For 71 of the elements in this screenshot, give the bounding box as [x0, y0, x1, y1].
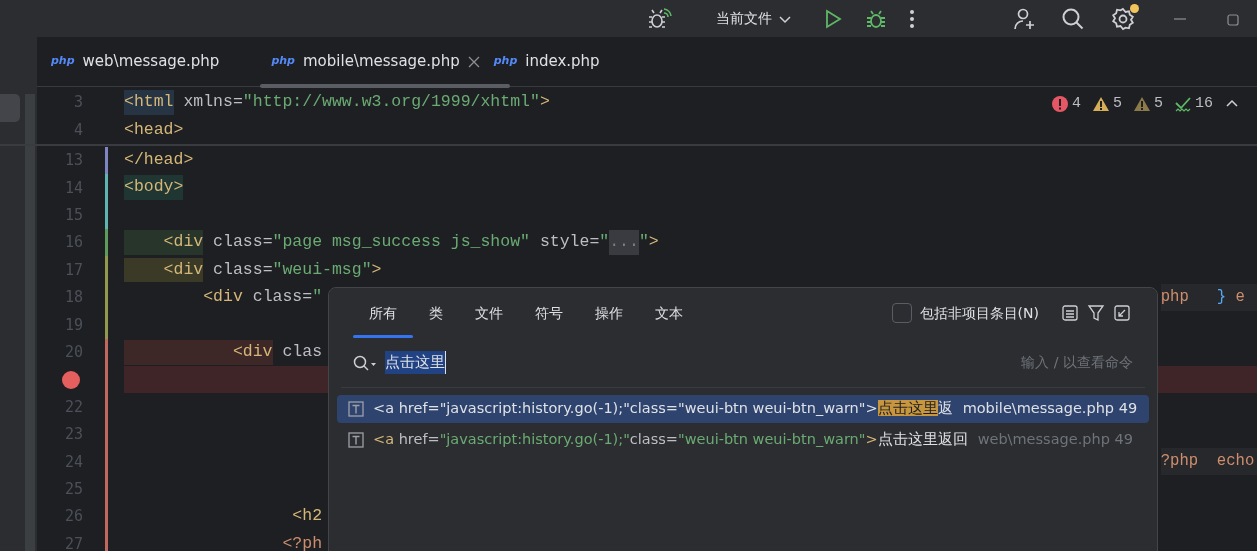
code-token: ?php [1160, 451, 1199, 473]
text-icon [348, 401, 364, 417]
php-file-icon: php [493, 53, 518, 70]
checkbox-label[interactable]: 包括非项目条目(N) [919, 302, 1039, 324]
php-file-icon: php [51, 53, 75, 70]
text-icon [348, 432, 364, 448]
code-token: class= [251, 286, 313, 309]
code-token: clas [281, 340, 323, 363]
code-token: "page msg_success js_show" [272, 231, 530, 254]
problem-count[interactable]: 5 [1153, 93, 1163, 116]
restore-icon[interactable] [1227, 11, 1239, 26]
search-tab[interactable]: 符号 [519, 288, 579, 338]
code-token: xmlns= [182, 91, 243, 114]
code-token: " [638, 231, 649, 254]
code-token: <body> [124, 175, 184, 201]
search-tab[interactable]: 文件 [459, 288, 519, 338]
code-token: echo [1215, 451, 1255, 473]
settings-icon[interactable] [1111, 6, 1135, 31]
file-tab[interactable]: php index.php [493, 36, 600, 87]
search-icon [353, 353, 377, 372]
code-token: <div [124, 257, 204, 283]
code-token: " [312, 286, 323, 309]
search-tab[interactable]: 类 [413, 288, 459, 338]
run-config-dropdown[interactable]: 当前文件 [710, 6, 798, 31]
code-token: "weui-msg" [272, 258, 372, 281]
code-token: " [599, 231, 610, 254]
code-token: class= [212, 231, 273, 254]
file-tab[interactable]: php web\message.php [51, 36, 220, 87]
search-tab[interactable]: 文本 [639, 288, 699, 338]
warning-icon[interactable] [1092, 96, 1109, 113]
code-token: <?ph [281, 532, 323, 551]
code-token: e [1234, 286, 1245, 308]
code-token: <h2 [291, 505, 323, 528]
code-token: <div [202, 286, 243, 309]
check-icon[interactable] [1175, 96, 1191, 113]
problem-count[interactable]: 4 [1071, 93, 1081, 116]
add-user-icon[interactable] [1013, 6, 1037, 31]
code-token: <div [124, 339, 273, 365]
search-field[interactable]: 点击这里 [385, 351, 446, 374]
code-token: "http://www.w3.org/1999/xhtml" [242, 91, 540, 114]
search-tab[interactable]: 操作 [579, 288, 639, 338]
code-token: > [539, 91, 550, 114]
code-token: <html [124, 90, 174, 116]
close-icon[interactable] [467, 55, 480, 68]
code-token: } [1215, 286, 1227, 308]
problem-count[interactable]: 5 [1112, 93, 1122, 116]
breakpoint-dot[interactable] [62, 370, 80, 389]
code-token: style= [538, 231, 600, 254]
code-token: > [371, 258, 382, 281]
filter-icon[interactable] [1087, 304, 1105, 322]
search-icon[interactable] [1061, 6, 1085, 31]
code-token: </head> [124, 149, 194, 172]
preview-icon[interactable] [1061, 304, 1079, 322]
code-token: <head> [124, 118, 184, 141]
code-token: <div [124, 230, 204, 255]
code-token: > [648, 231, 659, 254]
collapse-icon[interactable] [1113, 304, 1131, 322]
bug-icon[interactable] [646, 6, 672, 31]
php-file-icon: php [271, 53, 295, 70]
code-token: php [1160, 286, 1189, 308]
problem-count[interactable]: 16 [1195, 93, 1213, 116]
code-token: class= [212, 258, 273, 281]
error-icon[interactable] [1051, 96, 1068, 113]
code-token: ... [609, 230, 639, 255]
warning-icon[interactable] [1133, 96, 1150, 113]
result-item[interactable]: <a href="javascript:history.go(-1);"class="weui-btn weui-btn_warn">点击这里返回 web\message.php 49 [337, 426, 1149, 454]
run-icon[interactable] [823, 8, 843, 29]
hint-text: 输入 / 以查看命令 [1021, 353, 1133, 372]
more-icon[interactable] [909, 8, 915, 29]
search-tab[interactable]: 所有 [353, 288, 413, 338]
checkbox[interactable] [891, 303, 912, 323]
